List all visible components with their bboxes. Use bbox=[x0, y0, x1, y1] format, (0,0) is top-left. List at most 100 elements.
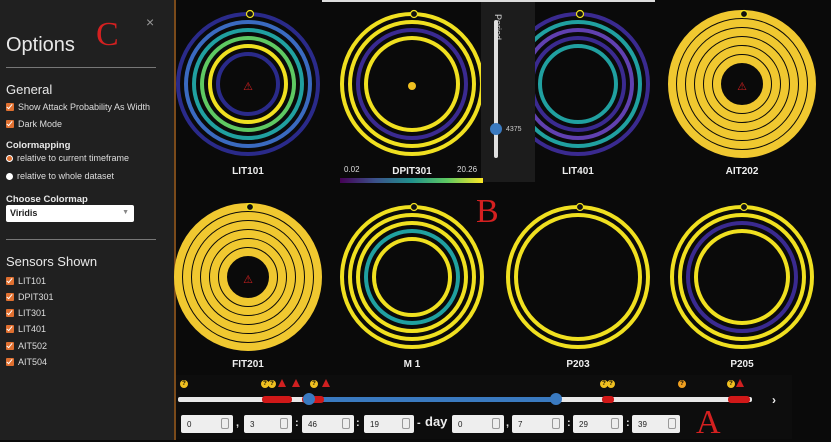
sensor-rings: ⚠ bbox=[668, 9, 816, 158]
end-hour-input[interactable]: 7 bbox=[512, 415, 564, 433]
start-minute-value: 46 bbox=[308, 420, 317, 429]
relative-timeframe-radio[interactable]: relative to current timeframe bbox=[6, 153, 129, 163]
radio-selected-icon bbox=[6, 154, 13, 162]
checkbox-icon bbox=[6, 309, 14, 317]
ring-handle[interactable] bbox=[245, 202, 255, 212]
dark-mode-checkbox[interactable]: Dark Mode bbox=[6, 119, 62, 129]
period-slider-track[interactable] bbox=[494, 20, 498, 158]
sensor-checkbox[interactable]: LIT401 bbox=[6, 324, 46, 334]
sensor-checkbox[interactable]: AIT502 bbox=[6, 341, 47, 351]
ring-handle[interactable] bbox=[409, 9, 419, 19]
ring-handle[interactable] bbox=[575, 202, 585, 212]
close-icon[interactable]: × bbox=[146, 14, 154, 30]
checkbox-icon bbox=[6, 120, 14, 128]
period-popup: Period 4375 bbox=[481, 2, 535, 182]
start-second-input[interactable]: 19 bbox=[364, 415, 414, 433]
general-header: General bbox=[6, 82, 53, 97]
checkbox-icon bbox=[6, 277, 14, 285]
start-day-input[interactable]: 0 bbox=[181, 415, 233, 433]
sensor-label: P203 bbox=[566, 359, 590, 370]
stepper-icon[interactable] bbox=[402, 418, 410, 429]
start-hour-input[interactable]: 3 bbox=[244, 415, 292, 433]
annotation-b: B bbox=[476, 193, 499, 230]
show-attack-label: Show Attack Probability As Width bbox=[18, 102, 151, 112]
timeline-end-handle[interactable] bbox=[550, 393, 562, 405]
sensor-chart[interactable]: P203 bbox=[503, 199, 653, 370]
colormapping-header: Colormapping bbox=[6, 140, 71, 151]
show-attack-checkbox[interactable]: Show Attack Probability As Width bbox=[6, 102, 150, 112]
stepper-icon[interactable] bbox=[280, 418, 288, 429]
period-slider-handle[interactable] bbox=[490, 123, 502, 135]
sensor-chart[interactable]: DPIT301 bbox=[337, 6, 487, 177]
relative-timeframe-label: relative to current timeframe bbox=[17, 153, 130, 163]
warning-icon: ⚠ bbox=[243, 274, 253, 286]
dark-mode-label: Dark Mode bbox=[18, 119, 63, 129]
sensor-ring bbox=[686, 221, 798, 333]
stepper-icon[interactable] bbox=[668, 418, 676, 429]
timeline-start-handle[interactable] bbox=[303, 393, 315, 405]
question-icon: ? bbox=[727, 380, 735, 388]
separator: : bbox=[295, 417, 299, 429]
start-minute-input[interactable]: 46 bbox=[302, 415, 354, 433]
sensor-label: P205 bbox=[730, 359, 754, 370]
sensor-chart[interactable]: P205 bbox=[667, 199, 817, 370]
sensor-ring bbox=[670, 205, 814, 349]
attack-segment bbox=[262, 396, 292, 403]
start-second-value: 19 bbox=[370, 420, 379, 429]
sensor-label: LIT101 bbox=[232, 166, 264, 177]
sensor-checkbox[interactable]: AIT504 bbox=[6, 357, 47, 367]
annotation-a: A bbox=[696, 404, 721, 441]
stepper-icon[interactable] bbox=[552, 418, 560, 429]
question-icon: ? bbox=[607, 380, 615, 388]
divider bbox=[6, 239, 156, 240]
radio-icon bbox=[6, 172, 13, 180]
attack-segment bbox=[602, 396, 614, 403]
ring-handle[interactable] bbox=[409, 202, 419, 212]
sensor-checkbox[interactable]: LIT301 bbox=[6, 308, 46, 318]
sensor-chart[interactable]: M 1 bbox=[337, 199, 487, 370]
colormap-select[interactable]: Viridis ▼ bbox=[6, 205, 134, 222]
sensor-checkbox[interactable]: LIT101 bbox=[6, 276, 46, 286]
sensor-checkbox[interactable]: DPIT301 bbox=[6, 292, 54, 302]
sensor-ring bbox=[506, 205, 650, 349]
end-day-input[interactable]: 0 bbox=[452, 415, 504, 433]
sensor-ring bbox=[348, 213, 476, 341]
stepper-icon[interactable] bbox=[221, 418, 229, 429]
sensor-label: FIT201 bbox=[232, 359, 264, 370]
checkbox-icon bbox=[6, 103, 14, 111]
stepper-icon[interactable] bbox=[342, 418, 350, 429]
start-hour-value: 3 bbox=[250, 420, 255, 429]
ring-handle[interactable] bbox=[245, 9, 255, 19]
stepper-icon[interactable] bbox=[611, 418, 619, 429]
sensor-chart[interactable]: ⚠ AIT202 bbox=[667, 6, 817, 177]
relative-dataset-label: relative to whole dataset bbox=[17, 171, 115, 181]
chevron-right-icon[interactable]: › bbox=[772, 393, 776, 407]
end-minute-input[interactable]: 29 bbox=[573, 415, 623, 433]
separator: : bbox=[567, 417, 571, 429]
colormap-value: Viridis bbox=[10, 208, 38, 218]
start-day-value: 0 bbox=[187, 420, 192, 429]
period-value: 4375 bbox=[506, 126, 522, 133]
question-icon: ? bbox=[310, 380, 318, 388]
timeline-selected-range[interactable] bbox=[305, 397, 558, 402]
sensors-header: Sensors Shown bbox=[6, 254, 98, 269]
separator: : bbox=[356, 417, 360, 429]
sensor-label: LIT401 bbox=[18, 324, 47, 334]
checkbox-icon bbox=[6, 293, 14, 301]
sensor-ring bbox=[364, 229, 460, 325]
sensor-ring bbox=[538, 44, 618, 124]
sensor-chart[interactable]: ⚠ FIT201 bbox=[173, 199, 323, 370]
ring-handle[interactable] bbox=[739, 202, 749, 212]
stepper-icon[interactable] bbox=[492, 418, 500, 429]
sensor-chart[interactable]: ⚠ LIT101 bbox=[173, 6, 323, 177]
ring-handle[interactable] bbox=[739, 9, 749, 19]
sensor-ring bbox=[372, 237, 452, 317]
warning-icon bbox=[736, 379, 744, 387]
ring-handle[interactable] bbox=[575, 9, 585, 19]
separator: , bbox=[236, 417, 240, 429]
warning-icon: ⚠ bbox=[737, 81, 747, 93]
warning-icon bbox=[278, 379, 286, 387]
end-second-input[interactable]: 39 bbox=[632, 415, 680, 433]
end-second-value: 39 bbox=[638, 420, 647, 429]
relative-dataset-radio[interactable]: relative to whole dataset bbox=[6, 171, 114, 181]
